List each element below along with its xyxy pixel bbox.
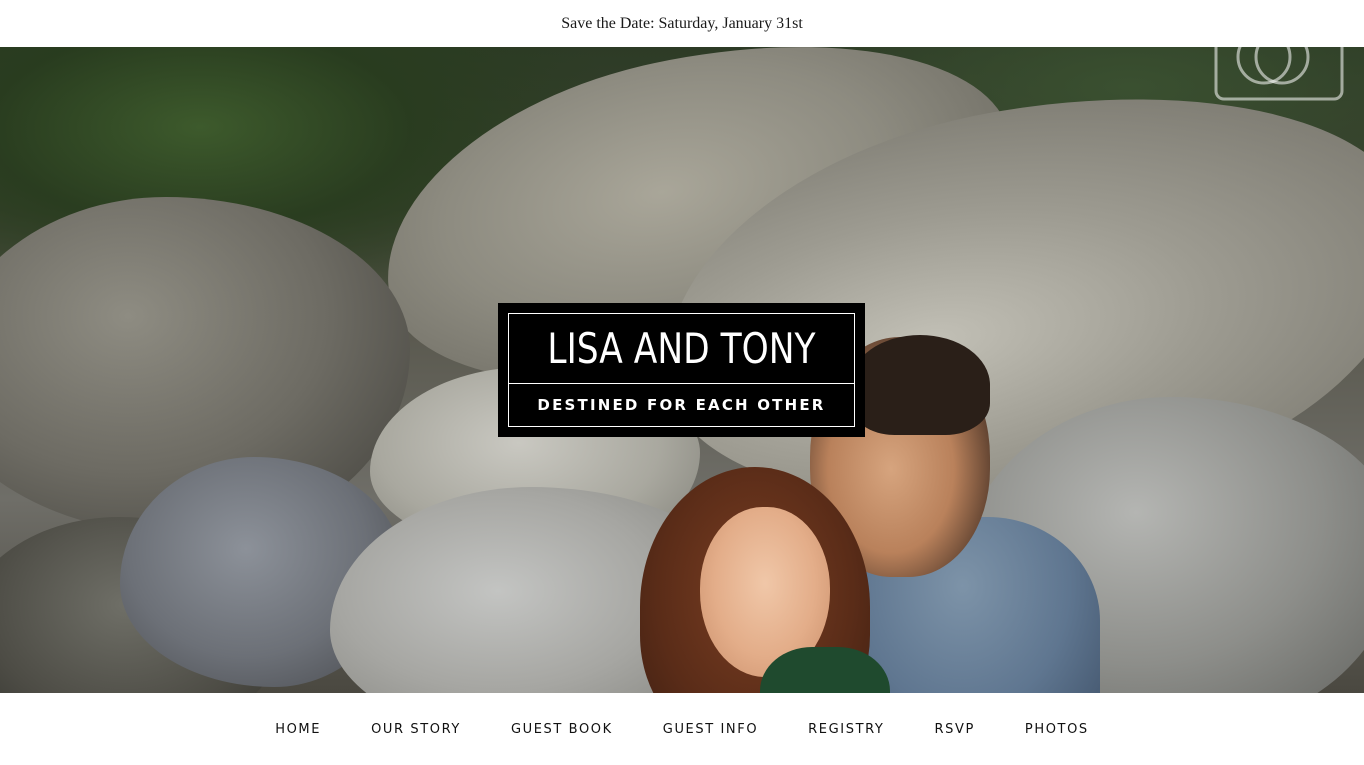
main-nav: HOME OUR STORY GUEST BOOK GUEST INFO REG…	[0, 693, 1364, 765]
camera-icon	[1214, 47, 1344, 101]
tagline: DESTINED FOR EACH OTHER	[537, 396, 826, 414]
nav-guest-info[interactable]: GUEST INFO	[663, 722, 758, 737]
save-the-date-text: Save the Date: Saturday, January 31st	[561, 14, 803, 32]
couple-names-row: LISA AND TONY	[509, 314, 854, 384]
title-card-frame: LISA AND TONY DESTINED FOR EACH OTHER	[508, 313, 855, 427]
nav-guest-book[interactable]: GUEST BOOK	[511, 722, 613, 737]
announcement-bar: Save the Date: Saturday, January 31st	[0, 0, 1364, 47]
couple-names: LISA AND TONY	[547, 324, 816, 373]
man-hair	[850, 335, 990, 435]
nav-our-story[interactable]: OUR STORY	[371, 722, 461, 737]
hero-photo: LISA AND TONY DESTINED FOR EACH OTHER	[0, 47, 1364, 693]
title-card: LISA AND TONY DESTINED FOR EACH OTHER	[498, 303, 865, 437]
nav-rsvp[interactable]: RSVP	[934, 722, 974, 737]
tagline-row: DESTINED FOR EACH OTHER	[509, 384, 854, 426]
nav-home[interactable]: HOME	[275, 722, 321, 737]
nav-registry[interactable]: REGISTRY	[808, 722, 884, 737]
nav-photos[interactable]: PHOTOS	[1025, 722, 1089, 737]
